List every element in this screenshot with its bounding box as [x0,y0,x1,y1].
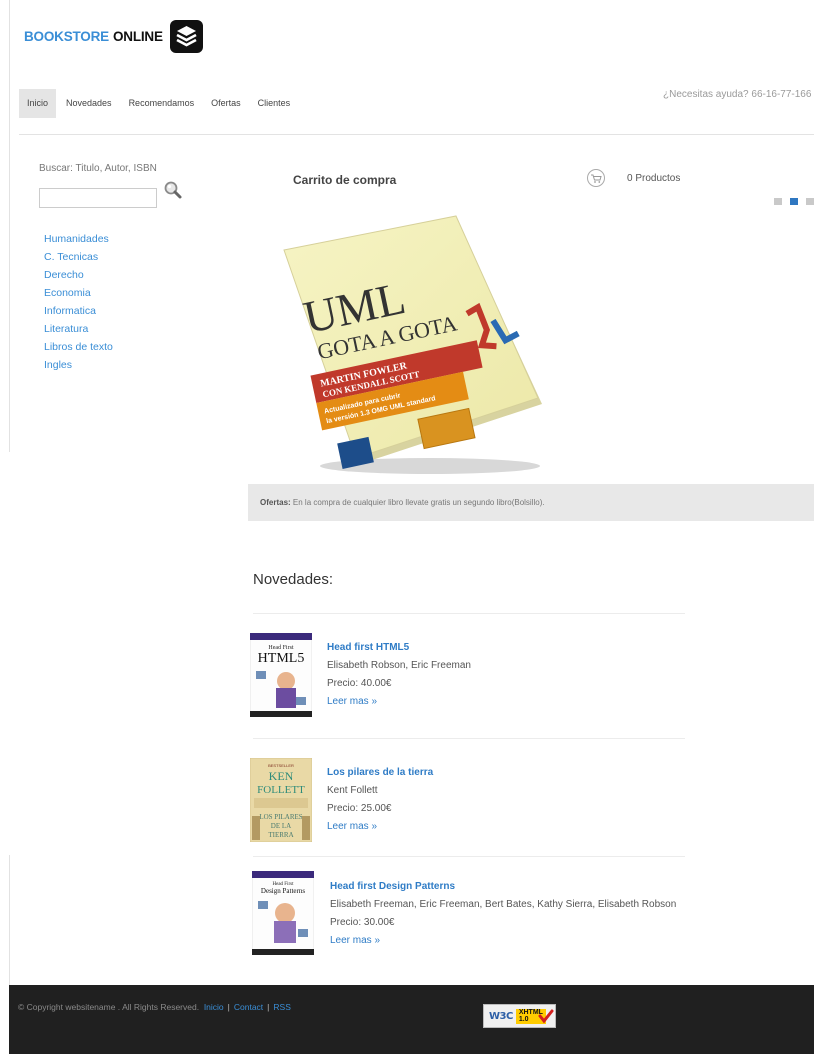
slider-dot-1[interactable] [774,198,782,205]
svg-text:KEN: KEN [269,769,294,783]
nav-item-ofertas[interactable]: Ofertas [204,89,248,118]
novedades-heading: Novedades: [253,571,334,588]
w3c-xhtml-badge[interactable]: W3C XHTML 1.0 [483,1004,556,1028]
copyright: © Copyright websitename . All Rights Res… [18,1002,291,1012]
category-humanidades[interactable]: Humanidades [44,232,113,250]
svg-text:LOS PILARES: LOS PILARES [259,813,302,821]
read-more-link[interactable]: Leer mas » [330,935,676,953]
book-cover-head-first-html5[interactable]: Head First HTML5 [249,632,313,722]
book-info: Head first Design Patterns Elisabeth Fre… [330,881,676,953]
book-price: Precio: 40.00€ [327,678,392,689]
header-divider [19,134,814,135]
footer-link-inicio[interactable]: Inicio [204,1002,224,1012]
category-informatica[interactable]: Informatica [44,304,113,322]
svg-text:Design Patterns: Design Patterns [261,887,305,895]
book-title[interactable]: Los pilares de la tierra [327,767,433,785]
category-list: Humanidades C. Tecnicas Derecho Economia… [44,232,113,376]
category-c-tecnicas[interactable]: C. Tecnicas [44,250,113,268]
w3c-badge-label: W3C [489,1010,513,1022]
category-literatura[interactable]: Literatura [44,322,113,340]
slider-dots [774,198,814,205]
book-price: Precio: 30.00€ [330,917,395,928]
left-border-top [9,0,10,452]
copyright-text: © Copyright websitename . All Rights Res… [18,1002,200,1012]
svg-text:HTML5: HTML5 [258,651,305,666]
nav-item-novedades[interactable]: Novedades [59,89,119,118]
logo-text: BOOKSTORE ONLINE [24,29,163,44]
search-input[interactable] [39,188,157,208]
footer-separator: | [267,1002,270,1012]
footer: © Copyright websitename . All Rights Res… [9,985,814,1054]
book-info: Head first HTML5 Elisabeth Robson, Eric … [327,642,471,714]
nav-item-clientes[interactable]: Clientes [251,89,298,118]
read-more-link[interactable]: Leer mas » [327,696,471,714]
svg-text:DE LA: DE LA [271,822,291,830]
cart-count[interactable]: 0 Productos [627,173,680,184]
search-icon[interactable] [163,180,183,200]
book-cover-head-first-design-patterns[interactable]: Head First Design Patterns [251,870,315,960]
book-title[interactable]: Head first Design Patterns [330,881,676,899]
offer-banner: Ofertas: En la compra de cualquier libro… [248,484,814,521]
nav-item-recomendamos[interactable]: Recomendamos [122,89,202,118]
book-info: Los pilares de la tierra Kent Follett Pr… [327,767,433,839]
offer-label: Ofertas: [260,498,291,507]
category-derecho[interactable]: Derecho [44,268,113,286]
logo-icon [169,20,203,53]
main-nav: Inicio Novedades Recomendamos Ofertas Cl… [19,89,297,118]
category-ingles[interactable]: Ingles [44,358,113,376]
footer-link-contact[interactable]: Contact [234,1002,263,1012]
category-economia[interactable]: Economia [44,286,113,304]
book-price: Precio: 25.00€ [327,803,392,814]
help-phone: ¿Necesitas ayuda? 66-16-77-166 [663,89,812,100]
svg-text:FOLLETT: FOLLETT [257,784,305,796]
category-libros-de-texto[interactable]: Libros de texto [44,340,113,358]
footer-link-rss[interactable]: RSS [273,1002,290,1012]
svg-text:BESTSELLER: BESTSELLER [268,763,294,768]
site-logo[interactable]: BOOKSTORE ONLINE [24,20,203,53]
book-cover-los-pilares[interactable]: BESTSELLER KEN FOLLETT LOS PILARES DE LA… [249,757,313,847]
nav-item-inicio[interactable]: Inicio [19,89,57,118]
svg-text:TIERRA: TIERRA [268,831,293,839]
slider-dot-3[interactable] [806,198,814,205]
cart-title: Carrito de compra [293,173,397,187]
checkmark-icon [538,1008,554,1029]
featured-book-image[interactable]: UML GOTA A GOTA MARTIN FOWLER CON KENDAL… [280,214,550,484]
offer-text: En la compra de cualquier libro llevate … [290,498,545,507]
left-border-bottom [9,855,10,985]
footer-separator: | [227,1002,230,1012]
book-authors: Kent Follett [327,785,378,796]
novedades-divider [253,613,685,614]
book-authors: Elisabeth Freeman, Eric Freeman, Bert Ba… [330,899,677,910]
book-authors: Elisabeth Robson, Eric Freeman [327,660,471,671]
read-more-link[interactable]: Leer mas » [327,821,433,839]
search-label: Buscar: Titulo, Autor, ISBN [39,163,157,174]
book-title[interactable]: Head first HTML5 [327,642,471,660]
item-divider [253,856,685,857]
cart-icon[interactable] [586,168,606,188]
slider-dot-2[interactable] [790,198,798,205]
item-divider [253,738,685,739]
